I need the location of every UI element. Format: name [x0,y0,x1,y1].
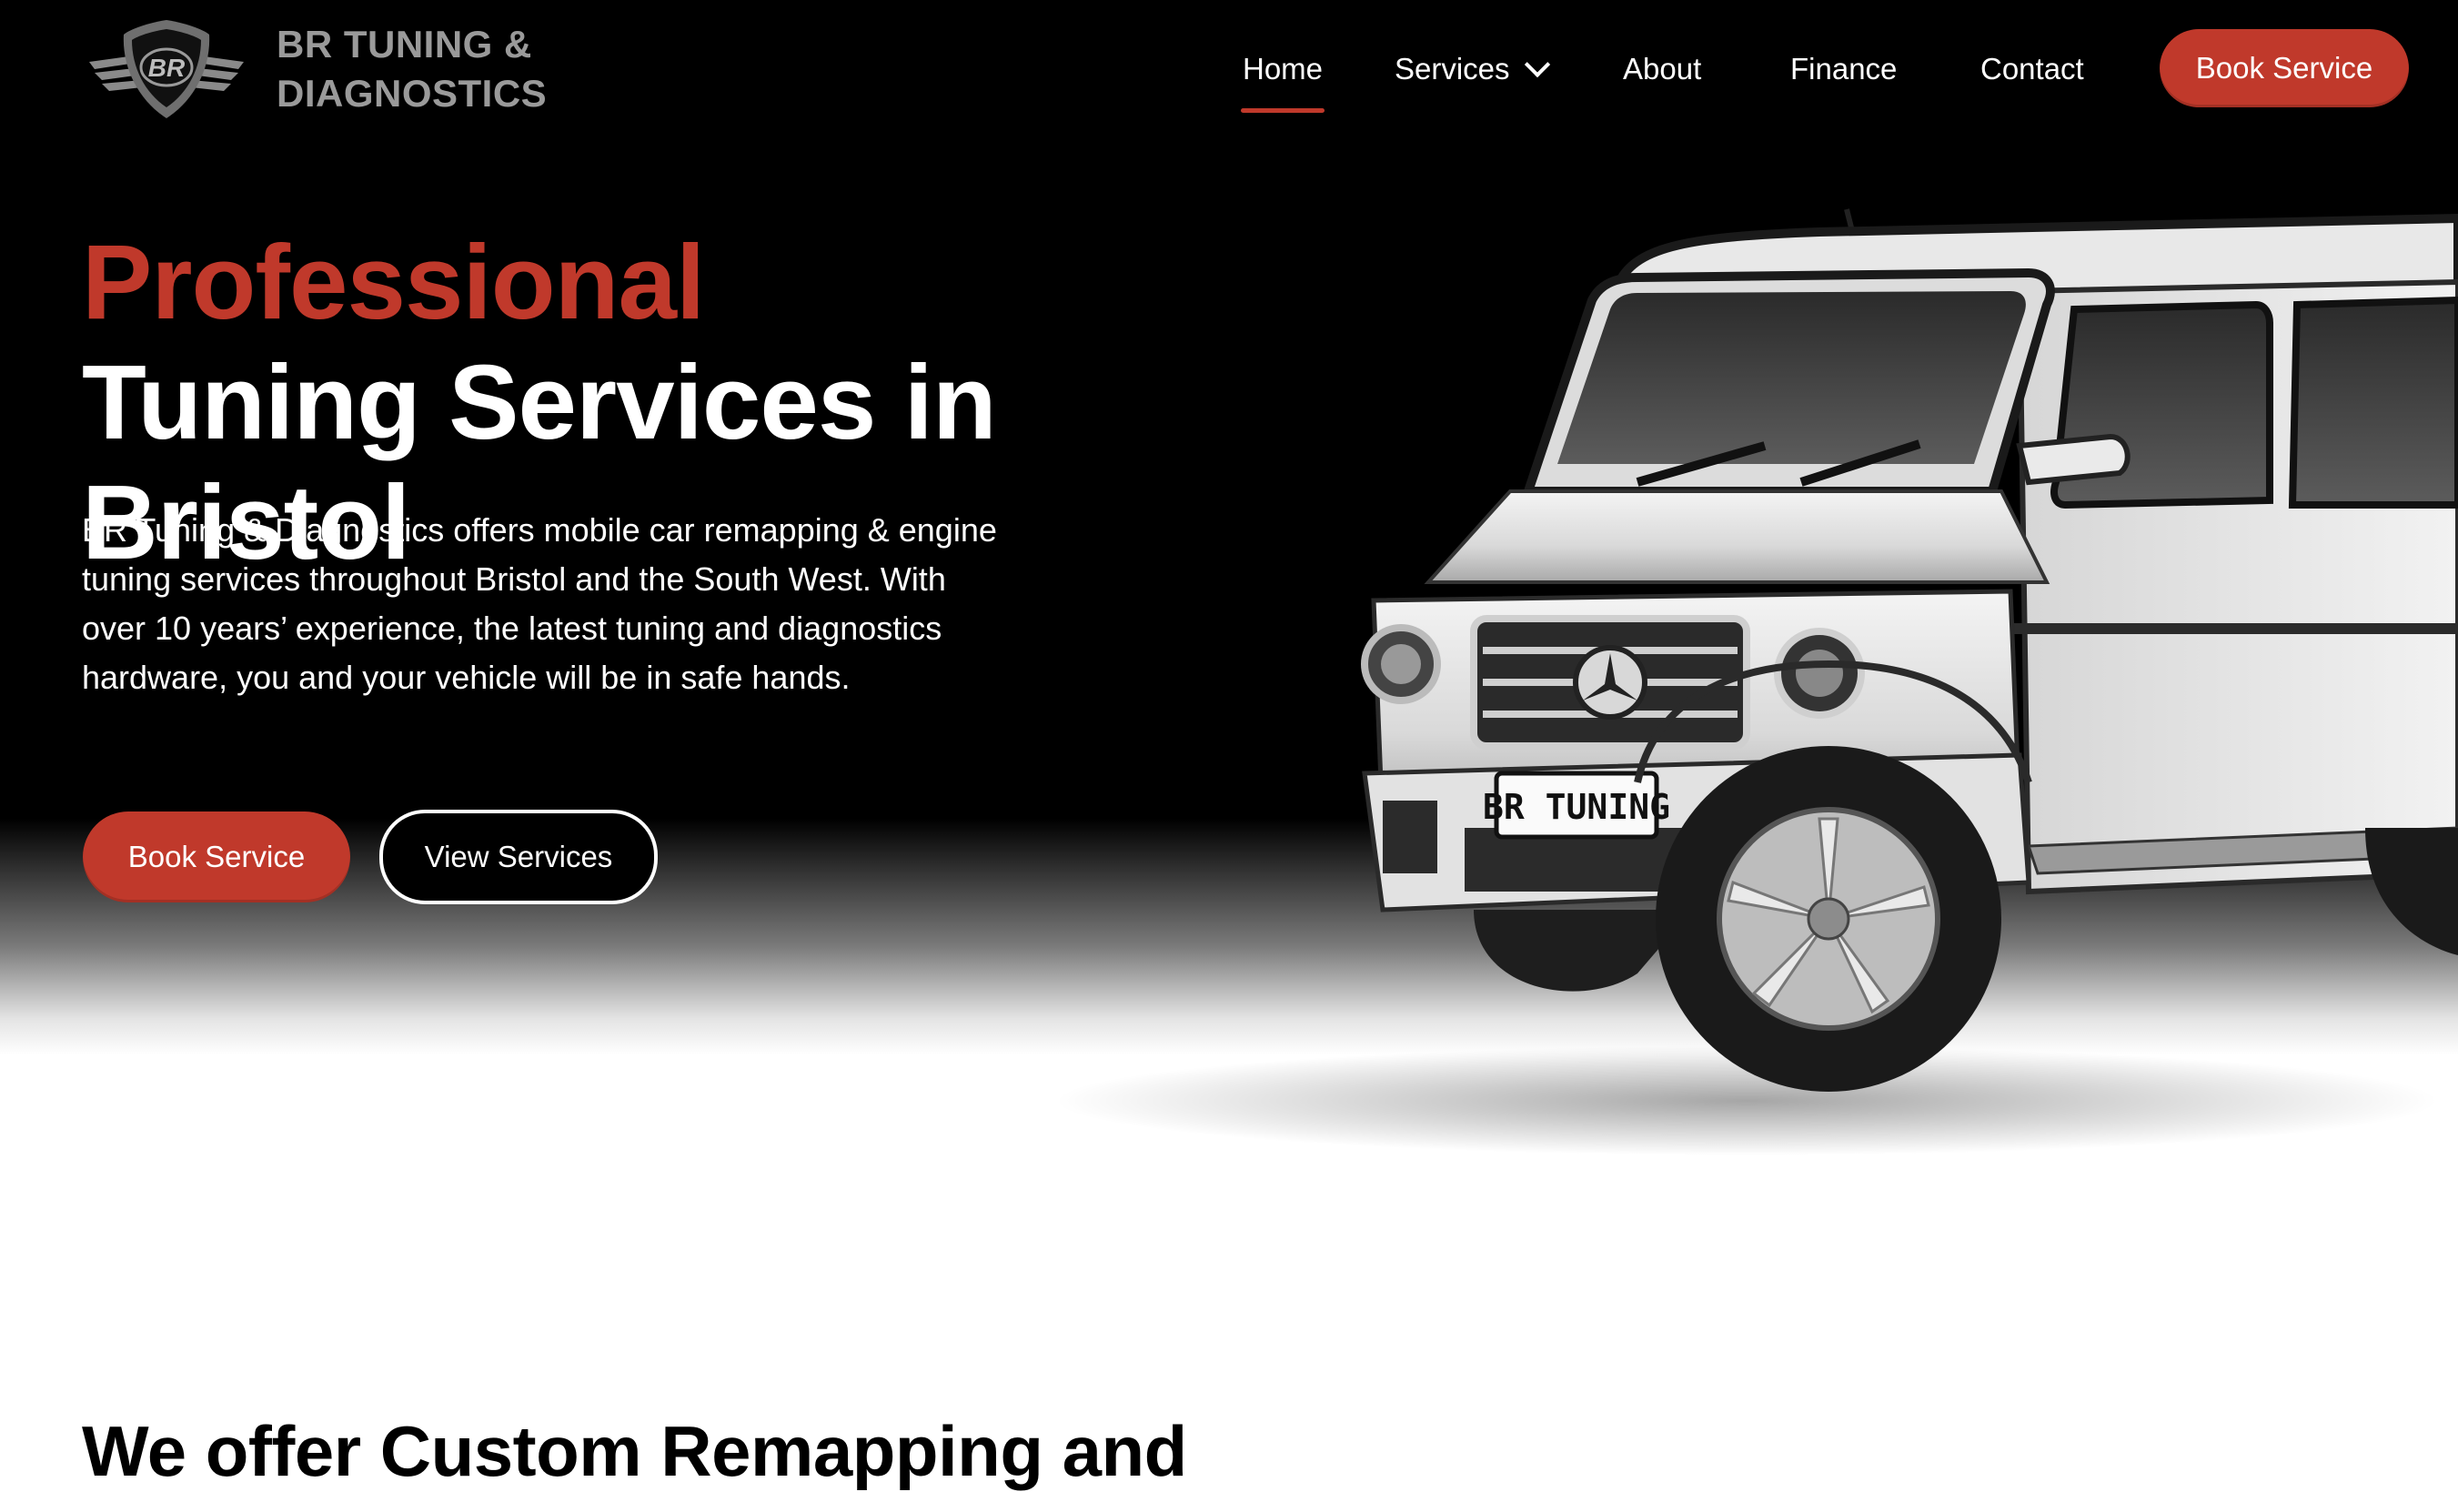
chevron-down-icon[interactable] [1524,51,1550,78]
hero-title-accent: Professional [82,223,705,341]
section-heading: We offer Custom Remapping and [82,1411,1187,1491]
nav-item-about-label: About [1623,52,1702,86]
nav-item-services[interactable]: Services [1395,45,1550,93]
site-logo[interactable]: BR BR TUNING & DIAGNOSTICS [82,16,547,122]
logo-wordmark: BR TUNING & DIAGNOSTICS [277,20,547,118]
nav-item-finance[interactable]: Finance [1790,45,1897,93]
nav-item-services-label: Services [1395,52,1510,86]
logo-emblem-text: BR [148,54,186,82]
nav-book-service-button[interactable]: Book Service [2160,29,2409,107]
logo-line-1: BR TUNING & [277,23,532,66]
logo-emblem-icon: BR [89,20,244,118]
hero-description: BR Tuning & Diagnostics offers mobile ca… [82,511,997,696]
nav-item-finance-label: Finance [1790,52,1898,86]
nav-item-contact-label: Contact [1980,52,2084,86]
nav-item-about[interactable]: About [1623,45,1701,93]
hero-book-service-button[interactable]: Book Service [83,811,350,902]
license-plate-text: BR TUNING [1483,787,1670,827]
hero-view-services-button[interactable]: View Services [379,810,658,904]
nav-item-home-label: Home [1243,52,1324,86]
nav-item-contact[interactable]: Contact [1980,45,2084,93]
nav-item-home[interactable]: Home [1240,45,1325,113]
hero-car-image: BR TUNING [1055,208,2458,1155]
logo-line-2: DIAGNOSTICS [277,72,548,115]
